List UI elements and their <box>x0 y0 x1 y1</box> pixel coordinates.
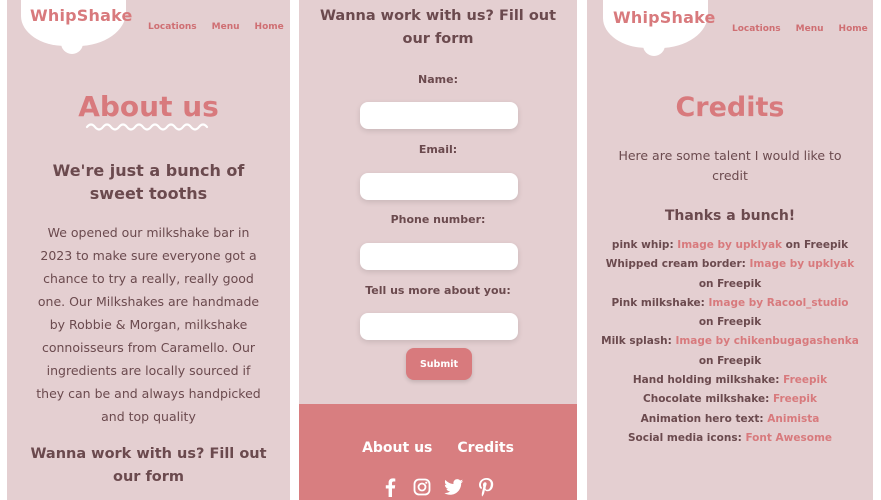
credit-suffix: on Freepik <box>698 277 762 290</box>
credit-link[interactable]: Image by chikenbugagashenka <box>675 335 858 347</box>
credit-item: Animation hero text: Animista <box>601 410 859 429</box>
about-subtitle-line: We're just a bunch of <box>52 161 245 180</box>
heading-line: our form <box>112 469 184 485</box>
intro-line: credit <box>712 168 748 183</box>
phone-field[interactable] <box>360 243 518 270</box>
credit-link[interactable]: Image by upklyak <box>677 239 782 251</box>
credit-item: Chocolate milkshake: Freepik <box>601 390 859 409</box>
twitter-icon[interactable] <box>444 477 464 497</box>
form-panel: Wanna work with us? Fill out our form Na… <box>299 0 577 500</box>
nav-home[interactable]: Home <box>839 24 868 34</box>
form-heading: Wanna work with us? Fill out our form <box>299 5 577 51</box>
paragraph-line: chance to try a really, really good <box>43 271 254 286</box>
email-field[interactable] <box>360 173 518 200</box>
nav-bar: Locations Menu Home <box>148 22 284 32</box>
heading-line: our form <box>402 31 474 47</box>
credits-panel: WhipShake Locations Menu Home Credits He… <box>587 0 873 500</box>
paragraph-line: We opened our milkshake bar in <box>47 225 250 240</box>
social-icons <box>299 477 577 497</box>
pinterest-icon[interactable] <box>476 477 496 497</box>
email-label: Email: <box>418 143 458 156</box>
squiggle-underline <box>85 123 209 131</box>
nav-bar: Locations Menu Home <box>732 24 868 34</box>
credit-suffix: on Freepik <box>698 354 762 367</box>
phone-label: Phone number: <box>390 213 486 226</box>
credit-link[interactable]: Freepik <box>783 374 827 386</box>
page-title: Credits <box>675 92 785 123</box>
credit-label: Animation hero text: <box>640 412 768 425</box>
about-subtitle: We're just a bunch of sweet tooths <box>27 159 270 205</box>
work-with-us-heading: Wanna work with us? Fill out our form <box>13 443 284 489</box>
heading-line: Wanna work with us? Fill out <box>30 446 267 462</box>
credit-label: Hand holding milkshake: <box>632 374 784 387</box>
paragraph-line: ingredients are locally sourced if <box>46 363 251 378</box>
nav-menu[interactable]: Menu <box>796 24 824 34</box>
paragraph-line: by Robbie & Morgan, milkshake <box>49 317 248 332</box>
credit-label: Milk splash: <box>601 335 676 348</box>
credit-item: Pink milkshake: Image by Racool_studioon… <box>601 294 859 333</box>
credit-label: Chocolate milkshake: <box>643 393 773 406</box>
about-you-label: Tell us more about you: <box>365 284 511 297</box>
footer-link-credits[interactable]: Credits <box>457 440 514 456</box>
paragraph-line: one. Our Milkshakes are handmade <box>37 294 260 309</box>
credit-item: Social media icons: Font Awesome <box>601 429 859 448</box>
nav-menu[interactable]: Menu <box>212 22 240 32</box>
page-title: About us <box>78 90 219 123</box>
thanks-heading: Thanks a bunch! <box>664 208 796 224</box>
submit-button[interactable]: Submit <box>406 348 472 380</box>
nav-home[interactable]: Home <box>255 22 284 32</box>
credit-link[interactable]: Freepik <box>773 393 817 405</box>
credit-label: Whipped cream border: <box>605 258 750 271</box>
credit-link[interactable]: Animista <box>767 413 819 425</box>
paragraph-line: and top quality <box>101 409 196 424</box>
brand-logo[interactable]: WhipShake <box>613 8 716 27</box>
credit-label: Pink milkshake: <box>611 296 709 309</box>
paragraph-line: 2023 to make sure everyone got a <box>40 248 257 263</box>
credit-label: Social media icons: <box>627 431 746 444</box>
credit-item: Hand holding milkshake: Freepik <box>601 371 859 390</box>
name-field[interactable] <box>360 102 518 129</box>
footer-link-about[interactable]: About us <box>362 440 432 456</box>
credit-list: pink whip: Image by upklyak on Freepik W… <box>601 236 859 448</box>
brand-logo[interactable]: WhipShake <box>30 6 133 25</box>
footer: About us Credits <box>299 404 577 500</box>
about-paragraph: We opened our milkshake bar in 2023 to m… <box>17 221 280 428</box>
credit-link[interactable]: Image by upklyak <box>750 258 855 270</box>
name-label: Name: <box>418 73 458 86</box>
credit-item: Whipped cream border: Image by upklyak on… <box>601 255 859 294</box>
heading-line: Wanna work with us? Fill out <box>319 8 557 24</box>
about-panel: WhipShake Locations Menu Home About us W… <box>7 0 290 500</box>
paragraph-line: connoisseurs from Caramello. Our <box>41 340 256 355</box>
footer-links: About us Credits <box>299 440 577 456</box>
credit-link[interactable]: Font Awesome <box>745 432 832 444</box>
intro-line: Here are some talent I would like to <box>618 148 842 163</box>
credit-suffix: on Freepik <box>782 239 849 251</box>
credit-item: Milk splash: Image by chikenbugagashenka… <box>601 332 859 371</box>
credit-suffix: on Freepik <box>698 316 762 329</box>
about-subtitle-line: sweet tooths <box>89 184 208 203</box>
nav-locations[interactable]: Locations <box>148 22 197 32</box>
credit-item: pink whip: Image by upklyak on Freepik <box>601 236 859 255</box>
credit-link[interactable]: Image by Racool_studio <box>709 297 849 309</box>
facebook-icon[interactable] <box>380 477 400 497</box>
paragraph-line: they can be and always handpicked <box>36 386 261 401</box>
about-you-field[interactable] <box>360 313 518 340</box>
credit-label: pink whip: <box>611 239 678 251</box>
nav-locations[interactable]: Locations <box>732 24 781 34</box>
instagram-icon[interactable] <box>412 477 432 497</box>
credits-intro: Here are some talent I would like to cre… <box>607 146 853 186</box>
